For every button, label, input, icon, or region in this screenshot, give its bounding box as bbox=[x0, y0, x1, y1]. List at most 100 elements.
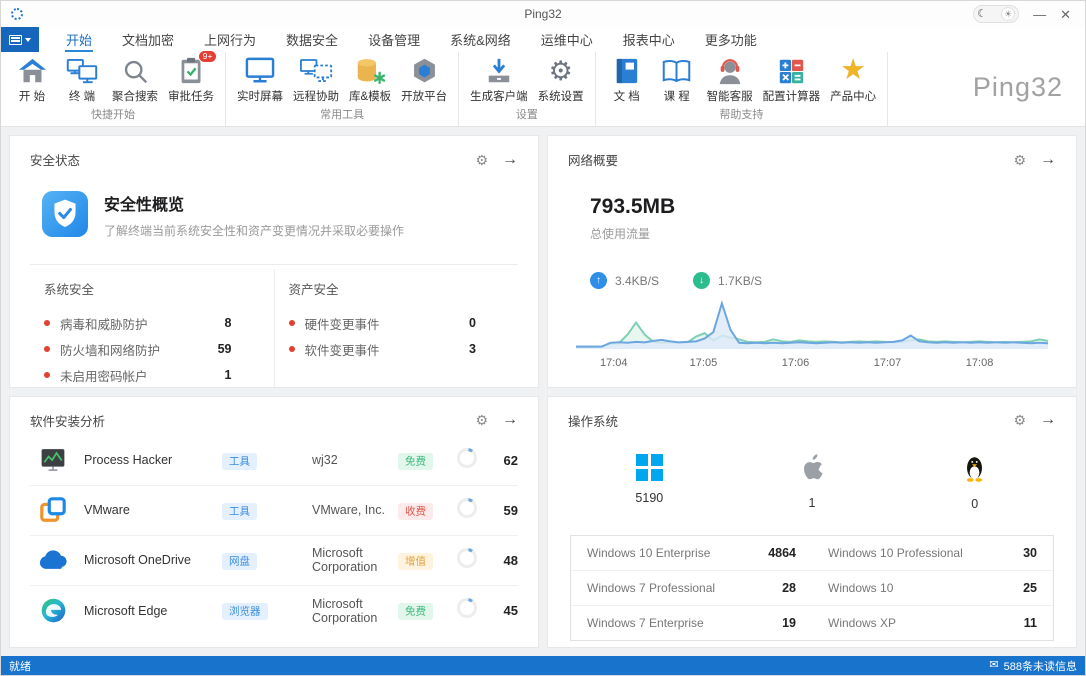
window-title: Ping32 bbox=[1, 7, 1085, 21]
ribbon-item-open-platform[interactable]: 开放平台 bbox=[396, 53, 452, 104]
remote-desktop-icon bbox=[300, 55, 333, 85]
moon-icon: ☾ bbox=[977, 9, 987, 20]
panel-open-arrow-icon[interactable]: → bbox=[502, 412, 518, 428]
ribbon-item-approval[interactable]: 9+ 审批任务 bbox=[163, 53, 219, 104]
panel-software-analysis: 软件安装分析 ⚙ → Process Hacker 工具 wj32 免费 bbox=[9, 396, 539, 649]
panel-open-arrow-icon[interactable]: → bbox=[502, 152, 518, 168]
os-stat-linux: 0 bbox=[893, 454, 1056, 511]
ribbon-item-system-settings[interactable]: ⚙ 系统设置 bbox=[533, 53, 589, 104]
tab-report-center[interactable]: 报表中心 bbox=[608, 27, 690, 52]
category-badge: 浏览器 bbox=[222, 603, 268, 620]
ribbon-item-config-calculator[interactable]: 配置计算器 bbox=[758, 53, 826, 104]
os-stat-apple: 1 bbox=[731, 454, 894, 511]
ribbon-item-smart-service[interactable]: 智能客服 bbox=[702, 53, 758, 104]
sun-icon: ☀ bbox=[1001, 7, 1015, 21]
list-item[interactable]: 病毒和威胁防护 8 bbox=[44, 310, 260, 336]
table-row[interactable]: Microsoft Edge 浏览器 Microsoft Corporation… bbox=[30, 586, 518, 636]
ribbon-group-quick-start: 开 始 终 端 聚合搜索 bbox=[1, 52, 226, 126]
progress-ring bbox=[456, 597, 492, 624]
panel-settings-icon[interactable]: ⚙ bbox=[475, 153, 488, 167]
ribbon-group-help-support: 文 档 课 程 智能客服 bbox=[596, 52, 889, 126]
panel-title: 安全状态 bbox=[30, 150, 80, 169]
home-icon bbox=[18, 55, 47, 85]
alert-dot-icon bbox=[289, 320, 295, 326]
approval-badge: 9+ bbox=[198, 50, 217, 63]
progress-ring bbox=[456, 547, 492, 574]
tab-ops-center[interactable]: 运维中心 bbox=[526, 27, 608, 52]
list-item[interactable]: 防火墙和网络防护 59 bbox=[44, 336, 260, 362]
total-traffic-label: 总使用流量 bbox=[590, 225, 1056, 242]
ribbon-item-docs[interactable]: 文 档 bbox=[602, 53, 652, 104]
list-item[interactable]: 硬件变更事件 0 bbox=[289, 310, 505, 336]
ribbon-item-start[interactable]: 开 始 bbox=[7, 53, 57, 104]
table-row: Windows 10 Enterprise4864 Windows 10 Pro… bbox=[571, 536, 1053, 571]
ribbon-group-label: 帮助支持 bbox=[602, 104, 882, 126]
network-traffic-chart: 17:04 17:05 17:06 17:07 17:08 bbox=[576, 297, 1048, 373]
brand-watermark: Ping32 bbox=[973, 72, 1063, 103]
database-icon bbox=[355, 55, 386, 85]
price-badge: 免费 bbox=[398, 453, 433, 470]
panel-title: 操作系统 bbox=[568, 411, 618, 430]
tab-system-network[interactable]: 系统&网络 bbox=[435, 27, 526, 52]
ribbon-item-courses[interactable]: 课 程 bbox=[652, 53, 702, 104]
ribbon-item-generate-client[interactable]: 生成客户端 bbox=[465, 53, 533, 104]
panel-title: 软件安装分析 bbox=[30, 411, 105, 430]
caret-down-icon bbox=[25, 38, 31, 42]
table-row[interactable]: Process Hacker 工具 wj32 免费 62 bbox=[30, 436, 518, 486]
progress-ring bbox=[456, 497, 492, 524]
upload-speed: ↑ 3.4KB/S bbox=[590, 272, 659, 289]
status-bar: 就绪 ✉ 588条未读信息 bbox=[1, 656, 1085, 675]
tab-web-behavior[interactable]: 上网行为 bbox=[189, 27, 271, 52]
ribbon-item-realtime-screen[interactable]: 实时屏幕 bbox=[232, 53, 288, 104]
progress-ring bbox=[456, 447, 492, 474]
tab-device-management[interactable]: 设备管理 bbox=[353, 27, 435, 52]
search-icon bbox=[122, 55, 149, 85]
main-menu-button[interactable] bbox=[1, 27, 39, 52]
apple-icon bbox=[800, 454, 824, 486]
panel-open-arrow-icon[interactable]: → bbox=[1040, 412, 1056, 428]
table-row[interactable]: Microsoft OneDrive 网盘 Microsoft Corporat… bbox=[30, 536, 518, 586]
panel-settings-icon[interactable]: ⚙ bbox=[1013, 153, 1026, 167]
minimize-button[interactable]: — bbox=[1033, 8, 1046, 21]
calculator-icon bbox=[778, 55, 805, 85]
table-row[interactable]: VMware 工具 VMware, Inc. 收费 59 bbox=[30, 486, 518, 536]
onedrive-icon bbox=[38, 545, 68, 575]
ribbon-group-label: 设置 bbox=[465, 104, 589, 126]
ribbon-item-search[interactable]: 聚合搜索 bbox=[107, 53, 163, 104]
message-icon: ✉ bbox=[989, 660, 998, 671]
panel-open-arrow-icon[interactable]: → bbox=[1040, 152, 1056, 168]
list-item[interactable]: 软件变更事件 3 bbox=[289, 336, 505, 362]
download-speed: ↓ 1.7KB/S bbox=[693, 272, 762, 289]
close-button[interactable]: ✕ bbox=[1060, 8, 1071, 21]
panel-settings-icon[interactable]: ⚙ bbox=[1013, 413, 1026, 427]
tab-data-security[interactable]: 数据安全 bbox=[271, 27, 353, 52]
tab-home[interactable]: 开始 bbox=[51, 27, 107, 52]
os-breakdown-table: Windows 10 Enterprise4864 Windows 10 Pro… bbox=[570, 535, 1054, 641]
monitor-icon bbox=[245, 55, 275, 85]
ribbon-group-common-tools: 实时屏幕 远程协助 库&模板 bbox=[226, 52, 459, 126]
security-overview-desc: 了解终端当前系统安全性和资产变更情况并采取必要操作 bbox=[104, 222, 404, 239]
download-arrow-icon: ↓ bbox=[693, 272, 710, 289]
edge-icon bbox=[38, 596, 68, 626]
ribbon-group-label: 快捷开始 bbox=[7, 104, 219, 126]
unread-messages[interactable]: ✉ 588条未读信息 bbox=[989, 658, 1077, 674]
list-item[interactable]: 未启用密码帐户 1 bbox=[44, 362, 260, 388]
download-client-icon bbox=[485, 55, 513, 85]
ribbon-item-product-center[interactable]: ★ 产品中心 bbox=[825, 53, 881, 104]
panel-operating-systems: 操作系统 ⚙ → 5190 1 bbox=[547, 396, 1077, 649]
open-book-icon bbox=[661, 55, 692, 85]
tab-more-features[interactable]: 更多功能 bbox=[690, 27, 772, 52]
category-badge: 网盘 bbox=[222, 553, 257, 570]
table-row: Windows 7 Enterprise19 Windows XP11 bbox=[571, 606, 1053, 640]
tab-document-encryption[interactable]: 文档加密 bbox=[107, 27, 189, 52]
ribbon-item-remote-assist[interactable]: 远程协助 bbox=[288, 53, 344, 104]
ribbon-item-terminal[interactable]: 终 端 bbox=[57, 53, 107, 104]
security-overview-title: 安全性概览 bbox=[104, 191, 404, 215]
upload-arrow-icon: ↑ bbox=[590, 272, 607, 289]
process-hacker-icon bbox=[38, 445, 68, 475]
ribbon-item-library-templates[interactable]: 库&模板 bbox=[344, 53, 396, 104]
total-traffic-value: 793.5MB bbox=[590, 195, 1056, 219]
panel-settings-icon[interactable]: ⚙ bbox=[475, 413, 488, 427]
theme-toggle[interactable]: ☾ ☀ bbox=[973, 5, 1019, 23]
linux-tux-icon bbox=[963, 454, 986, 487]
